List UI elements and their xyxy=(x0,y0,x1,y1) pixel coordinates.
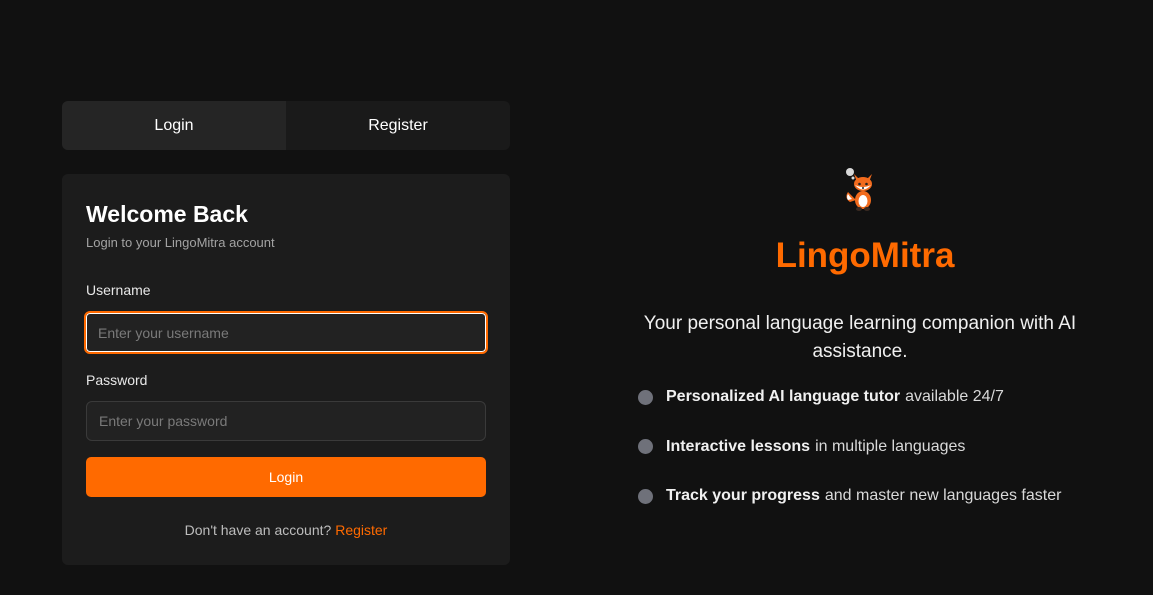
feature-item: Personalized AI language tutor available… xyxy=(638,386,1118,408)
feature-item: Track your progress and master new langu… xyxy=(638,485,1118,507)
username-input[interactable] xyxy=(84,311,488,354)
tab-register[interactable]: Register xyxy=(286,101,510,150)
password-input[interactable] xyxy=(86,401,486,441)
fox-mascot-icon xyxy=(842,166,882,212)
username-label: Username xyxy=(86,282,151,298)
bullet-icon xyxy=(638,488,653,504)
feature-text: in multiple languages xyxy=(815,437,966,455)
feature-highlight: Interactive lessons xyxy=(666,437,811,455)
login-card: Welcome Back Login to your LingoMitra ac… xyxy=(62,174,510,565)
auth-tabs: Login Register xyxy=(62,101,510,150)
tagline: Your personal language learning companio… xyxy=(643,313,1077,362)
feature-item: Interactive lessons in multiple language… xyxy=(638,436,1118,458)
brand-name: LingoMitra xyxy=(775,236,955,275)
card-title: Welcome Back xyxy=(86,201,248,227)
password-label: Password xyxy=(86,372,148,388)
feature-highlight: Track your progress xyxy=(666,487,820,504)
feature-text: and master new languages faster xyxy=(824,487,1062,504)
signup-prompt-text: Don't have an account? xyxy=(184,522,332,538)
bullet-icon xyxy=(638,389,653,405)
bullet-icon xyxy=(638,439,653,454)
feature-list: Personalized AI language tutor available… xyxy=(638,386,1118,535)
tab-login[interactable]: Login xyxy=(62,101,286,150)
register-link[interactable]: Register xyxy=(335,522,387,538)
feature-text: available 24/7 xyxy=(905,388,1004,405)
feature-highlight: Personalized AI language tutor xyxy=(666,388,901,405)
signup-prompt: Don't have an account? Register xyxy=(62,522,510,538)
login-page: Login Register Welcome Back Login to you… xyxy=(0,0,1153,595)
login-button[interactable]: Login xyxy=(86,457,486,497)
card-subtitle: Login to your LingoMitra account xyxy=(86,235,275,250)
